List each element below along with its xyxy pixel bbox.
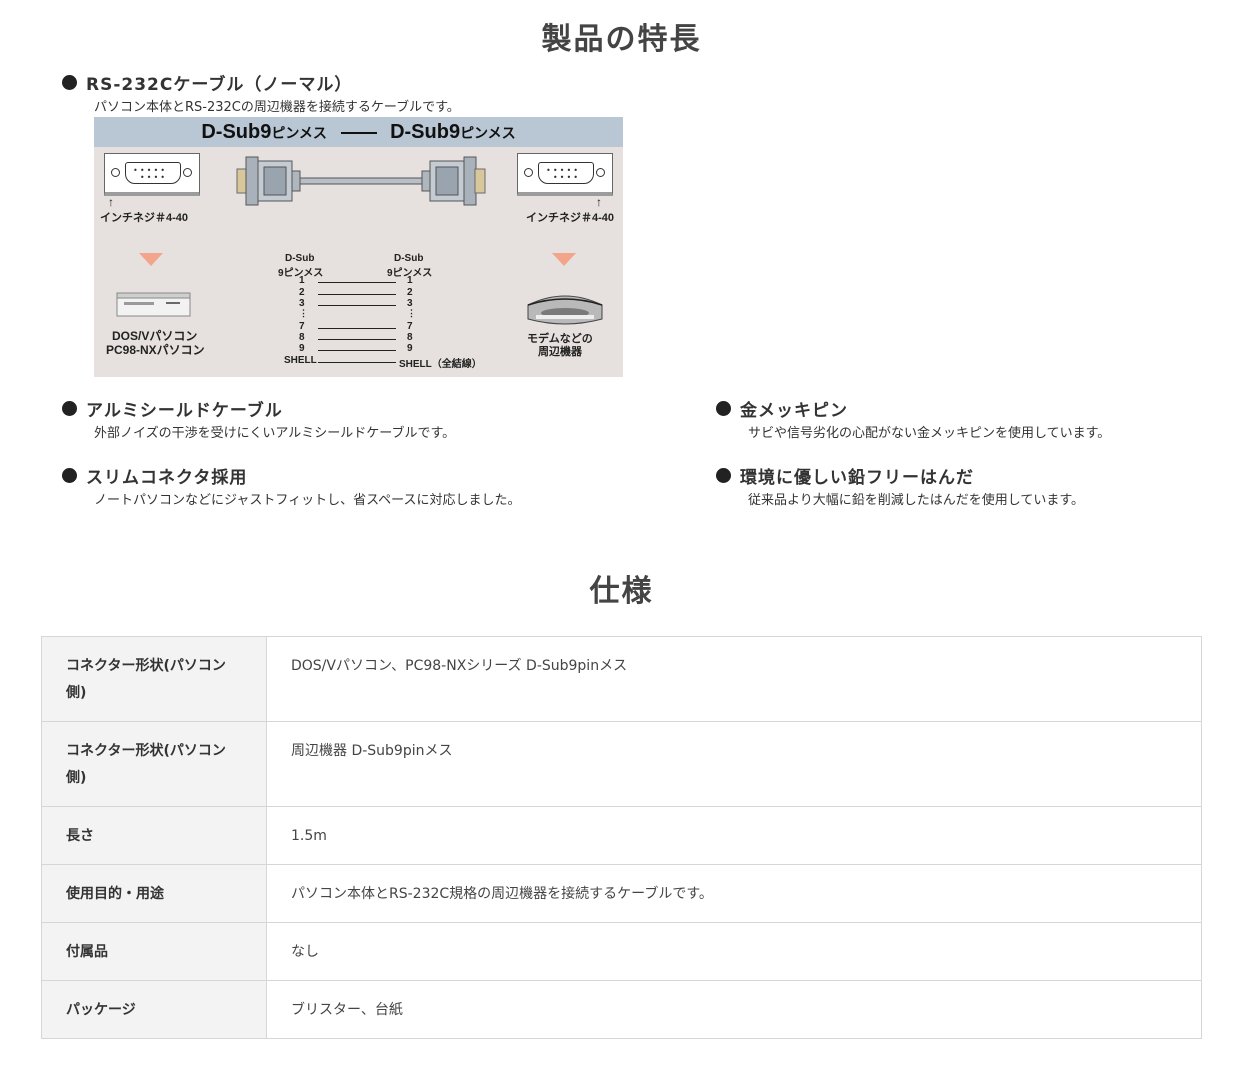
feature-lead-free-solder: 環境に優しい鉛フリーはんだ 従来品より大幅に鉛を削減したはんだを使用しています。 [716, 463, 1084, 508]
spec-value: パソコン本体とRS-232C規格の周辺機器を接続するケーブルです。 [291, 886, 713, 902]
wiring-left-title-1: D-Sub [285, 253, 315, 264]
feature-description: ノートパソコンなどにジャストフィットし、省スペースに対応しました。 [94, 493, 521, 508]
spec-value-cell: パソコン本体とRS-232C規格の周辺機器を接続するケーブルです。 [266, 864, 1202, 923]
spec-value-cell: 周辺機器 D-Sub9pinメス [266, 721, 1202, 807]
spec-label-cell: 使用目的・用途 [41, 864, 267, 923]
pin-right-ellipsis: ⋮ [407, 308, 416, 318]
pin-left-2: 2 [299, 287, 305, 298]
spec-label-cell: コネクター形状(パソコン側) [41, 636, 267, 722]
feature-title: スリムコネクタ採用 [86, 467, 248, 488]
spec-label-cell: パッケージ [41, 980, 267, 1039]
spec-label: コネクター形状(パソコン側) [66, 658, 226, 701]
pin-right-8: 8 [407, 332, 413, 343]
feature-gold-plated-pins: 金メッキピン サビや信号劣化の心配がない金メッキピンを使用しています。 [716, 396, 1110, 441]
right-port-icon: ••••• •••• [517, 153, 613, 196]
bullet-icon [62, 74, 77, 90]
diagram-header-dash [340, 131, 377, 134]
feature-aluminum-shield: アルミシールドケーブル 外部ノイズの干渉を受けにくいアルミシールドケーブルです。 [62, 396, 455, 441]
table-row: パッケージ ブリスター、台紙 [41, 980, 1202, 1039]
left-port-icon: ••••• •••• [104, 153, 200, 196]
pc-icon [116, 292, 191, 317]
spec-value: なし [291, 944, 319, 960]
pin-left-1: 1 [299, 275, 305, 286]
pin-right-1: 1 [407, 275, 413, 286]
table-row: 長さ 1.5m [41, 806, 1202, 865]
cable-diagram: D-Sub9ピンメス D-Sub9ピンメス ••••• •••• ↑ インチネジ… [94, 117, 623, 377]
diagram-header-right-small: ピンメス [460, 125, 516, 141]
cable-illustration [236, 156, 486, 206]
table-row: 付属品 なし [41, 922, 1202, 981]
wire-2 [318, 294, 396, 295]
spec-label: コネクター形状(パソコン側) [66, 743, 226, 786]
spec-value-cell: 1.5m [266, 806, 1202, 865]
bullet-icon [62, 400, 77, 416]
feature-description: サビや信号劣化の心配がない金メッキピンを使用しています。 [748, 426, 1111, 441]
feature-description: 従来品より大幅に鉛を削減したはんだを使用しています。 [748, 493, 1085, 508]
pin-left-shell: SHELL [284, 355, 317, 366]
spec-value: DOS/Vパソコン、PC98-NXシリーズ D-Sub9pinメス [291, 658, 628, 674]
pin-left-9: 9 [299, 343, 305, 354]
spec-value: 周辺機器 D-Sub9pinメス [291, 743, 453, 759]
spec-value-cell: ブリスター、台紙 [266, 980, 1202, 1039]
spec-value: 1.5m [291, 828, 327, 844]
pin-left-ellipsis: ⋮ [299, 308, 308, 318]
wire-3 [318, 305, 396, 306]
feature-title: RS-232Cケーブル（ノーマル） [86, 74, 353, 95]
pin-left-8: 8 [299, 332, 305, 343]
wiring-right-title-1: D-Sub [394, 253, 424, 264]
wire-9 [318, 350, 396, 351]
screw-label-right: インチネジ＃4-40 [526, 212, 615, 224]
wire-8 [318, 339, 396, 340]
table-row: コネクター形状(パソコン側) 周辺機器 D-Sub9pinメス [41, 721, 1202, 807]
diagram-header-left-small: ピンメス [271, 125, 327, 141]
pin-left-7: 7 [299, 321, 305, 332]
feature-slim-connector: スリムコネクタ採用 ノートパソコンなどにジャストフィットし、省スペースに対応しま… [62, 463, 521, 508]
table-row: 使用目的・用途 パソコン本体とRS-232C規格の周辺機器を接続するケーブルです… [41, 864, 1202, 923]
feature-title: 金メッキピン [740, 400, 848, 421]
wire-1 [318, 282, 396, 283]
modem-icon [527, 295, 603, 325]
spec-label-cell: 付属品 [41, 922, 267, 981]
spec-section-title: 仕様 [589, 574, 654, 609]
feature-title: アルミシールドケーブル [86, 400, 283, 421]
peripheral-label-2: 周辺機器 [538, 346, 582, 358]
spec-label: 使用目的・用途 [66, 886, 164, 902]
pin-right-2: 2 [407, 287, 413, 298]
spec-value-cell: なし [266, 922, 1202, 981]
diagram-header-right-main: D-Sub9 [390, 121, 461, 143]
bullet-icon [62, 467, 77, 483]
feature-rs232c-cable: RS-232Cケーブル（ノーマル） パソコン本体とRS-232Cの周辺機器を接続… [62, 70, 460, 115]
spec-value: ブリスター、台紙 [291, 1002, 403, 1018]
spec-label: 長さ [66, 828, 94, 844]
spec-label: 付属品 [66, 944, 108, 960]
bullet-icon [716, 467, 731, 483]
pin-right-9: 9 [407, 343, 413, 354]
screw-label-left: インチネジ＃4-40 [100, 212, 189, 224]
diagram-header: D-Sub9ピンメス D-Sub9ピンメス [94, 117, 623, 147]
bullet-icon [716, 400, 731, 416]
feature-title: 環境に優しい鉛フリーはんだ [740, 467, 974, 488]
spec-label: パッケージ [66, 1002, 136, 1018]
pc-label-2: PC98-NXパソコン [106, 343, 205, 357]
features-section-title: 製品の特長 [541, 22, 702, 57]
spec-label-cell: 長さ [41, 806, 267, 865]
spec-table: コネクター形状(パソコン側) DOS/Vパソコン、PC98-NXシリーズ D-S… [41, 636, 1202, 1039]
spec-label-cell: コネクター形状(パソコン側) [41, 721, 267, 807]
table-row: コネクター形状(パソコン側) DOS/Vパソコン、PC98-NXシリーズ D-S… [41, 636, 1202, 722]
feature-description: パソコン本体とRS-232Cの周辺機器を接続するケーブルです。 [94, 100, 460, 115]
wire-7 [318, 328, 396, 329]
feature-description: 外部ノイズの干渉を受けにくいアルミシールドケーブルです。 [94, 426, 456, 441]
pin-right-7: 7 [407, 321, 413, 332]
diagram-header-left-main: D-Sub9 [201, 121, 272, 143]
down-arrow-left-icon [139, 253, 163, 266]
down-arrow-right-icon [552, 253, 576, 266]
wire-shell [318, 362, 396, 363]
spec-value-cell: DOS/Vパソコン、PC98-NXシリーズ D-Sub9pinメス [266, 636, 1202, 722]
pin-right-shell: SHELL（全結線） [399, 359, 482, 370]
